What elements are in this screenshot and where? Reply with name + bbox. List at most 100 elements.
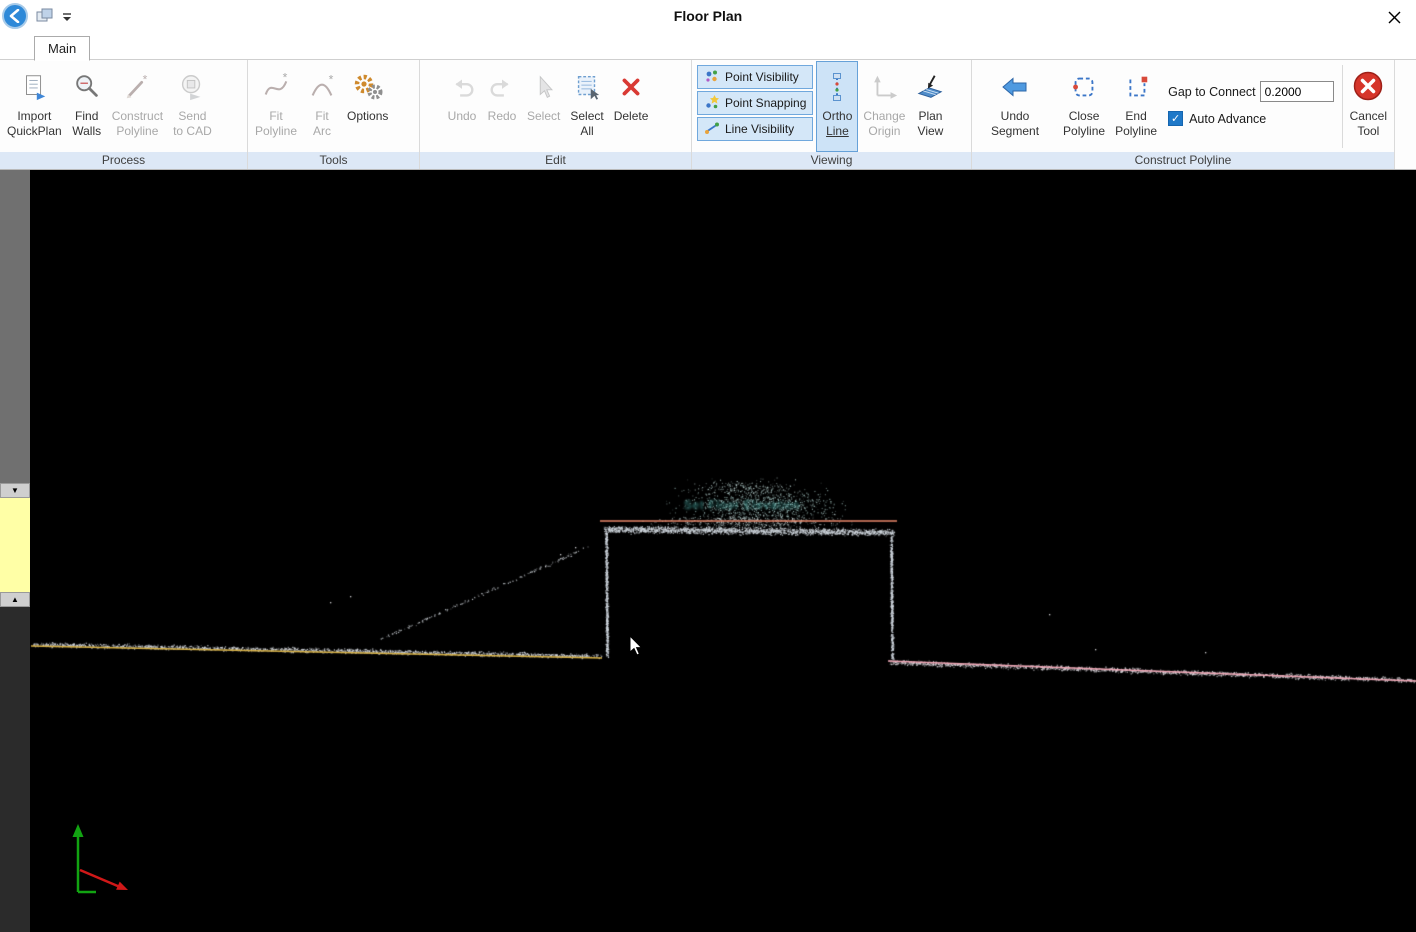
viewport-hint-text: Set Floor Elevation [684, 500, 800, 512]
construct-polyline-button[interactable]: * Construct Polyline [107, 61, 168, 152]
group-separator [1342, 65, 1343, 148]
send-to-cad-button[interactable]: Send to CAD [168, 61, 217, 152]
close-polyline-button[interactable]: Close Polyline [1058, 61, 1110, 152]
scrollbar-track-bottom[interactable] [0, 607, 30, 932]
button-label: Send [178, 109, 206, 124]
group-label-tools: Tools [248, 152, 419, 169]
point-visibility-toggle[interactable]: Point Visibility [697, 65, 813, 89]
group-viewing: Point Visibility Point Snapping Line Vis… [692, 60, 972, 169]
triangle-up-icon: ▲ [11, 595, 19, 604]
plan-view-icon [915, 65, 945, 109]
button-label: Fit [315, 109, 328, 124]
triangle-down-icon: ▼ [11, 486, 19, 495]
fit-arc-button[interactable]: * Fit Arc [302, 61, 342, 152]
select-all-icon [572, 65, 602, 109]
send-to-cad-icon [177, 65, 207, 109]
button-label: All [580, 124, 593, 139]
button-label: Fit [269, 109, 282, 124]
undo-icon [447, 65, 477, 109]
ortho-line-button[interactable]: Ortho Line [816, 61, 858, 152]
svg-text:*: * [283, 71, 288, 84]
button-label: Select [527, 109, 560, 124]
delete-icon [616, 65, 646, 109]
button-label: Line [826, 124, 849, 139]
delete-button[interactable]: Delete [609, 61, 654, 152]
end-polyline-button[interactable]: End Polyline [1110, 61, 1162, 152]
construct-polyline-icon: * [122, 65, 152, 109]
button-label: to CAD [173, 124, 212, 139]
button-label: Change [863, 109, 905, 124]
line-visibility-label: Line Visibility [725, 122, 794, 136]
point-visibility-icon [704, 68, 720, 87]
undo-button[interactable]: Undo [442, 61, 482, 152]
line-visibility-toggle[interactable]: Line Visibility [697, 117, 813, 141]
fit-polyline-icon: * [261, 65, 291, 109]
button-label: Delete [614, 109, 649, 124]
end-polyline-icon [1121, 65, 1151, 109]
fit-polyline-button[interactable]: * Fit Polyline [250, 61, 302, 152]
auto-advance-checkbox[interactable]: ✓ [1168, 111, 1183, 126]
button-label: Polyline [116, 124, 158, 139]
point-snapping-icon [704, 94, 720, 113]
change-origin-icon [869, 65, 899, 109]
button-label: Cancel [1350, 109, 1387, 124]
button-label: Tool [1357, 124, 1379, 139]
button-label: Redo [488, 109, 517, 124]
scroll-down-button[interactable]: ▼ [0, 483, 30, 498]
button-label: Plan [918, 109, 942, 124]
undo-segment-icon [999, 65, 1031, 109]
point-snapping-label: Point Snapping [725, 96, 806, 110]
button-label: End [1125, 109, 1146, 124]
tab-main[interactable]: Main [34, 36, 90, 61]
button-label: QuickPlan [7, 124, 62, 139]
select-button[interactable]: Select [522, 61, 565, 152]
ribbon: Import QuickPlan Find Walls * Construct … [0, 60, 1416, 170]
button-label: Select [570, 109, 603, 124]
button-label: Options [347, 109, 388, 124]
scrollbar-track-top[interactable] [0, 170, 30, 483]
button-label: Construct [112, 109, 163, 124]
group-label-construct-polyline: Construct Polyline [972, 152, 1394, 169]
button-label: Ortho [822, 109, 852, 124]
axis-orientation-indicator [57, 820, 142, 900]
button-label: Undo [1001, 109, 1030, 124]
options-button[interactable]: Options [342, 61, 393, 152]
group-edit: Undo Redo Select Select All Delete [420, 60, 692, 169]
button-label: Polyline [1063, 124, 1105, 139]
auto-advance-label: Auto Advance [1189, 112, 1266, 126]
close-icon [1388, 11, 1401, 24]
select-all-button[interactable]: Select All [565, 61, 608, 152]
import-quickplan-icon [19, 65, 49, 109]
ribbon-tab-row: Main [0, 33, 1416, 60]
button-label: Import [17, 109, 51, 124]
ortho-line-icon [821, 65, 853, 109]
fit-arc-icon: * [307, 65, 337, 109]
undo-segment-button[interactable]: Undo Segment [986, 61, 1044, 152]
button-label: Segment [991, 124, 1039, 139]
cancel-tool-button[interactable]: Cancel Tool [1345, 61, 1392, 152]
plan-view-button[interactable]: Plan View [910, 61, 950, 152]
point-cloud-viewport[interactable]: ▼ ▲ [0, 170, 1416, 932]
change-origin-button[interactable]: Change Origin [858, 61, 910, 152]
construct-options-column: Gap to Connect ✓ Auto Advance [1162, 61, 1340, 152]
group-label-edit: Edit [420, 152, 691, 169]
close-polyline-icon [1069, 65, 1099, 109]
gap-to-connect-label: Gap to Connect [1168, 85, 1256, 99]
gap-to-connect-input[interactable] [1260, 81, 1334, 102]
point-visibility-label: Point Visibility [725, 70, 799, 84]
button-label: Polyline [1115, 124, 1157, 139]
button-label: Arc [313, 124, 331, 139]
button-label: Find [75, 109, 98, 124]
scroll-up-button[interactable]: ▲ [0, 592, 30, 607]
point-cloud-canvas[interactable] [30, 170, 1416, 932]
redo-button[interactable]: Redo [482, 61, 522, 152]
options-icon [352, 65, 384, 109]
close-button[interactable] [1382, 5, 1406, 29]
import-quickplan-button[interactable]: Import QuickPlan [2, 61, 67, 152]
group-process: Import QuickPlan Find Walls * Construct … [0, 60, 248, 169]
slice-range-indicator[interactable] [0, 498, 30, 592]
group-tools: * Fit Polyline * Fit Arc Options Tools [248, 60, 420, 169]
window-title: Floor Plan [0, 8, 1416, 24]
find-walls-button[interactable]: Find Walls [67, 61, 107, 152]
point-snapping-toggle[interactable]: Point Snapping [697, 91, 813, 115]
